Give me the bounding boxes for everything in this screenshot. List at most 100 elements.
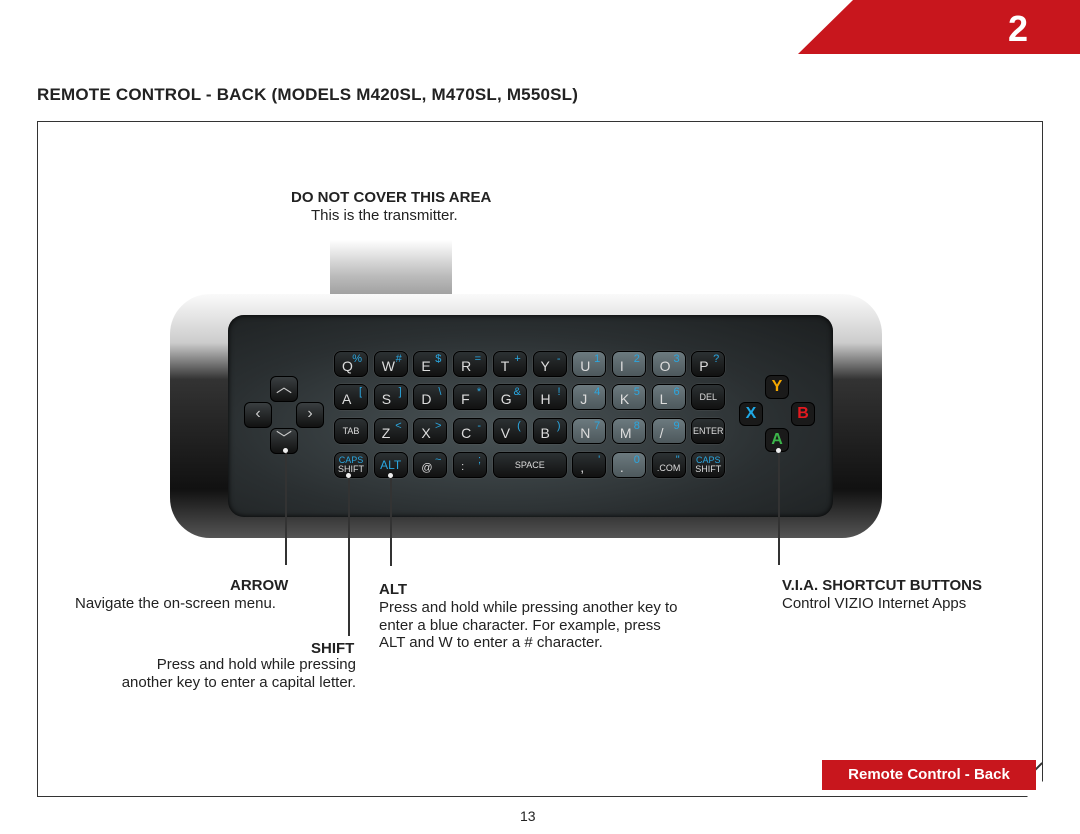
key-label: A [342, 391, 352, 407]
y-button[interactable]: Y [765, 375, 789, 399]
key-s[interactable]: S] [373, 384, 408, 410]
key-p[interactable]: P? [691, 351, 726, 377]
key-label: C [461, 425, 472, 441]
shift-text-line: another key to enter a capital letter. [121, 673, 356, 691]
key-label: S [381, 391, 392, 407]
arrow-callout-line [285, 451, 287, 565]
callout-dot [346, 473, 351, 478]
key-comma[interactable]: , ' [572, 452, 607, 478]
key-v[interactable]: V( [492, 418, 527, 444]
key-dotcom[interactable]: .COM " [651, 452, 686, 478]
key-label: DEL [699, 392, 718, 402]
key-q[interactable]: Q% [334, 351, 368, 377]
shift-callout-line [348, 476, 350, 636]
key-label: TAB [342, 426, 360, 436]
alt-char: < [395, 420, 402, 432]
alt-char: [ [358, 386, 362, 398]
key-g[interactable]: G & [492, 384, 527, 410]
chapter-number: 2 [1007, 8, 1028, 49]
alt-char: ) [556, 420, 561, 432]
key-caps-shift-right[interactable]: CAPS SHIFT [691, 452, 726, 478]
arrow-heading: ARROW [230, 577, 289, 594]
key-label: T [500, 358, 510, 374]
shift-heading: SHIFT [311, 640, 355, 657]
key-j[interactable]: J4 [572, 384, 607, 410]
alt-char: ! [557, 386, 561, 398]
via-callout-line [778, 451, 780, 565]
alt-heading: ALT [379, 581, 408, 598]
alt-text-line: ALT and W to enter a # character. [379, 634, 603, 651]
key-l[interactable]: L6 [651, 384, 686, 410]
arrow-up-button[interactable]: ︿ [270, 376, 298, 402]
alt-char: \ [438, 386, 442, 398]
key-label: / [659, 425, 664, 441]
arrow-right-button[interactable]: › [296, 402, 324, 428]
key-a[interactable]: A[ [334, 384, 368, 410]
key-caps-shift-left[interactable]: CAPS SHIFT [334, 452, 368, 478]
key-label: N [580, 425, 591, 441]
key-c[interactable]: C- [453, 418, 488, 444]
key-colon[interactable]: :; [453, 452, 488, 478]
key-h[interactable]: H! [532, 384, 567, 410]
key-z[interactable]: Z < [373, 418, 408, 444]
key-o[interactable]: O3 [651, 351, 686, 377]
key-slash[interactable]: /9 [651, 418, 686, 444]
key-label: X [421, 425, 431, 441]
key-at[interactable]: @ ~ [413, 452, 448, 478]
key-label: L [659, 391, 668, 407]
alt-char: ? [713, 353, 720, 365]
key-label: O [659, 358, 671, 374]
key-label: M [619, 425, 632, 441]
key-r[interactable]: R = [453, 351, 488, 377]
key-label: F [461, 391, 470, 407]
transmitter-text: This is the transmitter. [311, 207, 458, 224]
b-button[interactable]: B [791, 402, 815, 426]
alt-char: 4 [594, 386, 601, 398]
section-nav-button[interactable]: Remote Control - Back [822, 760, 1036, 790]
chapter-tab [798, 0, 1080, 54]
key-t[interactable]: T + [492, 351, 527, 377]
key-d[interactable]: D \ [413, 384, 448, 410]
key-tab[interactable]: TAB [334, 418, 368, 444]
alt-char: 3 [673, 353, 680, 365]
callout-dot [283, 448, 288, 453]
key-label: H [540, 391, 551, 407]
x-button[interactable]: X [739, 402, 763, 426]
key-b[interactable]: B) [532, 418, 567, 444]
key-label: D [421, 391, 432, 407]
key-label: CAPS SHIFT [695, 455, 722, 474]
key-label: E [421, 358, 431, 374]
key-n[interactable]: N7 [572, 418, 607, 444]
key-label: J [580, 391, 588, 407]
transmitter-heading: DO NOT COVER THIS AREA [291, 189, 492, 206]
key-e[interactable]: E $ [413, 351, 448, 377]
shift-text: Press and hold while pressing another ke… [122, 656, 356, 691]
key-w[interactable]: W # [373, 351, 408, 377]
alt-char: ( [517, 420, 521, 432]
key-y[interactable]: Y- [532, 351, 567, 377]
key-label: W [381, 358, 395, 374]
arrow-left-button[interactable]: ‹ [244, 402, 272, 428]
alt-callout-line [390, 476, 392, 566]
alt-text-line: enter a blue character. For example, pre… [379, 616, 661, 634]
alt-text: Press and hold while pressing another ke… [379, 599, 678, 652]
via-text: Control VIZIO Internet Apps [782, 595, 967, 612]
key-space[interactable]: SPACE [492, 452, 567, 478]
key-x[interactable]: X > [413, 418, 448, 444]
key-period[interactable]: .0 [611, 452, 646, 478]
key-label: Y [540, 358, 550, 374]
key-m[interactable]: M8 [611, 418, 646, 444]
key-i[interactable]: I2 [611, 351, 646, 377]
key-enter[interactable]: ENTER [691, 418, 726, 444]
key-label: P [699, 358, 709, 374]
alt-text-line: Press and hold while pressing another ke… [379, 599, 678, 616]
alt-char: $ [435, 353, 442, 365]
key-label: CAPS SHIFT [338, 455, 364, 474]
key-u[interactable]: U1 [572, 351, 607, 377]
key-label: G [500, 391, 512, 407]
arrow-text: Navigate the on-screen menu. [75, 595, 276, 612]
key-k[interactable]: K5 [611, 384, 646, 410]
key-f[interactable]: F * [453, 384, 488, 410]
key-label: K [619, 391, 630, 407]
key-del[interactable]: DEL [691, 384, 726, 410]
